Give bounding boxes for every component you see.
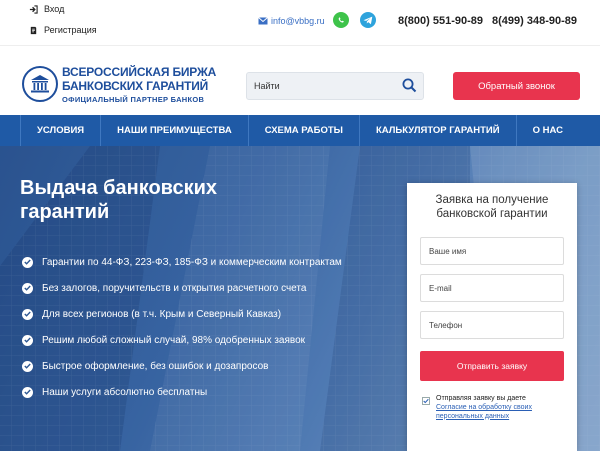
submit-application-button[interactable]: Отправить заявку <box>420 351 564 381</box>
phone-field[interactable] <box>420 311 564 339</box>
list-item: Наши услуги абсолютно бесплатны <box>22 379 342 405</box>
check-icon <box>22 282 33 294</box>
register-label: Регистрация <box>44 25 97 35</box>
list-item: Быстрое оформление, без ошибок и дозапро… <box>22 353 342 379</box>
search-box <box>246 72 424 100</box>
nav-item-workflow[interactable]: СХЕМА РАБОТЫ <box>249 115 360 146</box>
consent-text: Отправляя заявку вы даете <box>436 395 526 402</box>
phone-number-1[interactable]: 8(800) 551-90-89 <box>398 15 483 27</box>
list-item: Решим любой сложный случай, 98% одобренн… <box>22 327 342 353</box>
list-item: Для всех регионов (в т.ч. Крым и Северны… <box>22 301 342 327</box>
brand-name-line1: ВСЕРОССИЙСКАЯ БИРЖА <box>62 65 217 79</box>
email-link[interactable]: info@vbbg.ru <box>258 16 325 26</box>
register-icon <box>28 25 38 35</box>
feature-text: Для всех регионов (в т.ч. Крым и Северны… <box>42 308 282 320</box>
email-field[interactable] <box>420 274 564 302</box>
phone-number-2[interactable]: 8(499) 348-90-89 <box>492 15 577 27</box>
list-item: Гарантии по 44-ФЗ, 223-ФЗ, 185-ФЗ и комм… <box>22 249 342 275</box>
callback-button[interactable]: Обратный звонок <box>453 72 580 100</box>
brand-name-line2: БАНКОВСКИХ ГАРАНТИЙ <box>62 79 209 93</box>
logo-building-icon[interactable] <box>22 66 58 102</box>
telegram-icon[interactable] <box>360 12 376 28</box>
name-field[interactable] <box>420 237 564 265</box>
email-address: info@vbbg.ru <box>271 16 325 26</box>
consent-link[interactable]: Согласие на обработку своих персональных… <box>436 404 566 422</box>
feature-text: Быстрое оформление, без ошибок и дозапро… <box>42 360 269 372</box>
whatsapp-icon[interactable] <box>333 12 349 28</box>
check-icon <box>22 360 33 372</box>
check-icon <box>22 386 33 398</box>
mail-icon <box>258 17 268 25</box>
check-icon <box>22 334 33 346</box>
register-link[interactable]: Регистрация <box>28 25 97 35</box>
brand-tagline: ОФИЦИАЛЬНЫЙ ПАРТНЕР БАНКОВ <box>62 95 205 104</box>
search-input[interactable] <box>247 73 397 99</box>
header: ВСЕРОССИЙСКАЯ БИРЖА БАНКОВСКИХ ГАРАНТИЙ … <box>0 45 600 115</box>
main-nav: УСЛОВИЯ НАШИ ПРЕИМУЩЕСТВА СХЕМА РАБОТЫ К… <box>0 115 600 146</box>
application-form: Заявка на получение банковской гарантии … <box>407 183 577 451</box>
feature-text: Наши услуги абсолютно бесплатны <box>42 386 208 398</box>
feature-text: Без залогов, поручительств и открытия ра… <box>42 282 307 294</box>
check-icon <box>22 256 33 268</box>
feature-text: Решим любой сложный случай, 98% одобренн… <box>42 334 306 346</box>
nav-item-calculator[interactable]: КАЛЬКУЛЯТОР ГАРАНТИЙ <box>360 115 517 146</box>
check-icon <box>22 308 33 320</box>
hero-title: Выдача банковских гарантий <box>20 177 218 224</box>
search-icon[interactable] <box>402 78 417 98</box>
consent-checkbox[interactable] <box>422 397 430 405</box>
nav-item-about[interactable]: О НАС <box>517 115 579 146</box>
nav-item-conditions[interactable]: УСЛОВИЯ <box>20 115 102 146</box>
list-item: Без залогов, поручительств и открытия ра… <box>22 275 342 301</box>
login-link[interactable]: Вход <box>28 4 64 14</box>
form-title: Заявка на получение банковской гарантии <box>435 194 549 221</box>
login-label: Вход <box>44 4 65 14</box>
feature-list: Гарантии по 44-ФЗ, 223-ФЗ, 185-ФЗ и комм… <box>22 249 342 405</box>
top-bar: Вход Регистрация info@vbbg.ru 8(800) 551… <box>0 0 600 45</box>
login-icon <box>28 4 38 14</box>
feature-text: Гарантии по 44-ФЗ, 223-ФЗ, 185-ФЗ и комм… <box>42 256 342 268</box>
nav-item-advantages[interactable]: НАШИ ПРЕИМУЩЕСТВА <box>101 115 249 146</box>
